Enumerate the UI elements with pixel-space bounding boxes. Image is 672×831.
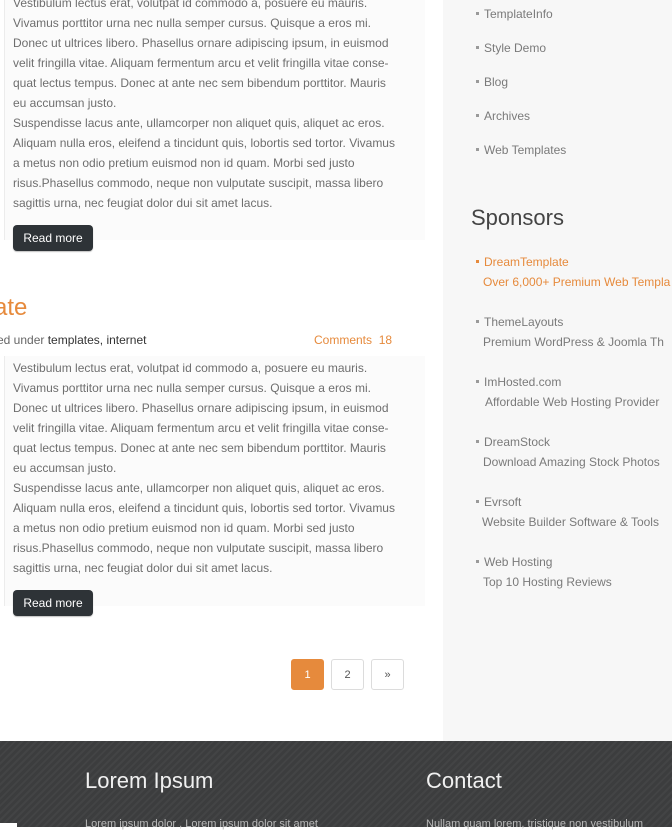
sponsor-description[interactable]: Top 10 Hosting Reviews (483, 574, 612, 590)
filed-under-label: ed under (0, 333, 45, 347)
bullet-icon (476, 380, 479, 384)
sponsor-name: Evrsoft (484, 495, 522, 509)
corner-box (0, 823, 17, 827)
sidebar-link-label: Archives (484, 109, 531, 123)
footer-heading-lorem-ipsum: Lorem Ipsum (85, 768, 214, 793)
bullet-icon (476, 500, 479, 504)
bullet-icon (476, 320, 479, 324)
bullet-icon (476, 12, 479, 16)
bullet-icon (476, 46, 479, 50)
sidebar-link-label: Web Templates (484, 143, 567, 157)
sponsor-description[interactable]: Affordable Web Hosting Provider (485, 394, 659, 410)
bullet-icon (476, 148, 479, 152)
sponsor-name: ImHosted.com (484, 375, 562, 389)
sponsor-link-evrsoft[interactable]: Evrsoft (476, 494, 521, 510)
bullet-icon (476, 114, 479, 118)
bullet-icon (476, 80, 479, 84)
sponsor-link-web-hosting[interactable]: Web Hosting (476, 554, 552, 570)
read-more-button[interactable]: Read more (13, 590, 93, 616)
sidebar-link-style-demo[interactable]: Style Demo (476, 40, 546, 56)
sponsor-description[interactable]: Website Builder Software & Tools (482, 514, 659, 530)
sidebar-link-label: TemplateInfo (484, 7, 553, 21)
sidebar-link-label: Style Demo (484, 41, 547, 55)
sponsor-link-imhosted[interactable]: ImHosted.com (476, 374, 561, 390)
sponsor-description[interactable]: Premium WordPress & Joomla Th (483, 334, 664, 350)
post-meta: ed under templates, internet (0, 332, 146, 348)
tag-link[interactable]: internet (106, 333, 146, 347)
footer-text: Lorem ipsum dolor , Lorem ipsum dolor si… (85, 818, 318, 830)
tag-separator: , (99, 333, 104, 347)
footer-text: Nullam quam lorem, tristique non vestibu… (426, 818, 644, 830)
sponsor-link-themelayouts[interactable]: ThemeLayouts (476, 314, 563, 330)
post-title[interactable]: ate (0, 292, 27, 324)
sidebar-link-templateinfo[interactable]: TemplateInfo (476, 6, 553, 22)
sidebar-link-archives[interactable]: Archives (476, 108, 530, 124)
sponsor-description[interactable]: Download Amazing Stock Photos (483, 454, 660, 470)
post-paragraph: Vestibulum lectus erat, volutpat id comm… (13, 0, 389, 110)
sidebar-link-label: Blog (484, 75, 509, 89)
comments-count: 18 (378, 333, 393, 347)
footer-heading-contact: Contact (426, 768, 502, 793)
sponsor-name: DreamStock (484, 435, 551, 449)
page-2-button[interactable]: 2 (331, 659, 364, 690)
read-more-button[interactable]: Read more (13, 225, 93, 251)
sidebar-link-web-templates[interactable]: Web Templates (476, 142, 566, 158)
post-paragraph: Suspendisse lacus ante, ullamcorper non … (13, 116, 395, 210)
sponsor-link-dreamtemplate[interactable]: DreamTemplate (476, 254, 569, 270)
bullet-icon (476, 260, 479, 264)
tag-link[interactable]: templates (48, 333, 100, 347)
post-paragraph: Suspendisse lacus ante, ullamcorper non … (13, 481, 395, 575)
next-page-button[interactable]: » (371, 659, 404, 690)
bullet-icon (476, 440, 479, 444)
comments-label: Comments (314, 333, 373, 347)
comments-link[interactable]: Comments 18 (314, 332, 392, 348)
sidebar-link-blog[interactable]: Blog (476, 74, 508, 90)
sponsor-name: DreamTemplate (484, 255, 569, 269)
sponsor-link-dreamstock[interactable]: DreamStock (476, 434, 550, 450)
sponsor-name: ThemeLayouts (484, 315, 564, 329)
bullet-icon (476, 560, 479, 564)
page-1-button[interactable]: 1 (291, 659, 324, 690)
sponsor-description[interactable]: Over 6,000+ Premium Web Templa (483, 274, 670, 290)
sponsors-heading: Sponsors (471, 205, 564, 230)
sponsor-name: Web Hosting (484, 555, 553, 569)
post-paragraph: Vestibulum lectus erat, volutpat id comm… (13, 361, 389, 475)
